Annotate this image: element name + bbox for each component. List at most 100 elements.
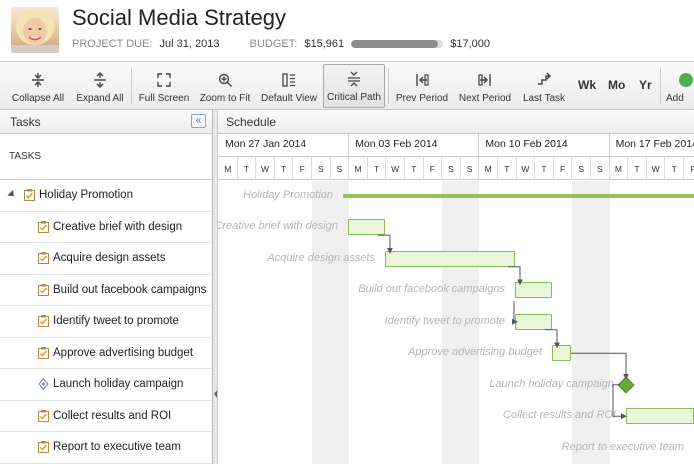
week-header: Mon 10 Feb 2014 (479, 134, 610, 157)
add-icon (679, 73, 693, 87)
day-header: S (312, 157, 331, 180)
zoom-to-fit-button[interactable]: Zoom to Fit (197, 64, 253, 108)
task-row[interactable]: Collect results and ROI (0, 401, 212, 432)
day-header: T (628, 157, 647, 180)
task-name: Launch holiday campaign (53, 378, 184, 390)
default-view-icon (282, 73, 295, 87)
task-name: Holiday Promotion (39, 189, 133, 201)
day-header: W (386, 157, 405, 180)
tasks-pane: Tasks « TASKS Holiday Promotion Creative … (0, 110, 213, 464)
critical-path-icon (348, 71, 360, 87)
zoom-week-button[interactable]: Wk (578, 78, 596, 92)
collapse-pane-button[interactable]: « (191, 114, 206, 128)
task-name: Creative brief with design (53, 220, 183, 233)
last-task-icon (538, 72, 551, 85)
tasks-pane-header: Tasks « (0, 110, 212, 134)
next-period-label: Next Period (458, 93, 512, 104)
task-row[interactable]: Identify tweet to promote (0, 306, 212, 338)
task-row[interactable]: Creative brief with design (0, 212, 212, 243)
add-label: Add (666, 93, 684, 104)
expand-toggle-icon[interactable] (7, 189, 17, 200)
week-header: Mon 27 Jan 2014 (219, 134, 350, 157)
day-header: T (405, 157, 424, 180)
zoom-year-button[interactable]: Yr (639, 78, 652, 92)
budget-total: $17,000 (450, 38, 491, 50)
prev-period-icon (416, 74, 429, 86)
task-checklist-icon (38, 252, 49, 264)
task-checklist-icon (38, 441, 49, 453)
day-header-row: MTWTFSSMTWTFSSMTWTFSSMTWTF (218, 157, 694, 180)
next-period-icon (478, 74, 491, 86)
collapse-all-label: Collapse All (11, 93, 65, 104)
collapse-all-icon (32, 73, 44, 87)
dependency-arrow (512, 301, 518, 325)
day-header: F (424, 157, 443, 180)
task-row-summary[interactable]: Holiday Promotion (0, 180, 212, 212)
task-checklist-icon (38, 315, 49, 327)
day-header: M (610, 157, 629, 180)
collapse-all-button[interactable]: Collapse All (10, 64, 66, 108)
task-name: Build out facebook campaigns (53, 283, 207, 296)
dependency-arrow (508, 266, 523, 286)
task-row[interactable]: Build out facebook campaigns (0, 275, 212, 306)
expand-all-button[interactable]: Expand All (72, 64, 128, 108)
critical-path-button[interactable]: Critical Path (323, 64, 385, 108)
dependency-arrow (612, 384, 627, 420)
task-name: Identify tweet to promote (53, 315, 179, 327)
splitter-grip-icon (214, 390, 217, 398)
task-row[interactable]: Approve advertising budget (0, 338, 212, 369)
project-header: Social Media Strategy PROJECT DUE: Jul 3… (0, 0, 694, 62)
project-meta: PROJECT DUE: Jul 31, 2013 BUDGET: $15,96… (72, 38, 490, 50)
dependency-arrow (378, 234, 393, 254)
day-header: S (442, 157, 461, 180)
gantt-chart-area: Holiday Promotion Creative brief with des… (218, 181, 694, 464)
task-name: Approve advertising budget (53, 346, 194, 359)
full-screen-button[interactable]: Full Screen (137, 64, 191, 108)
toolbar-divider (131, 68, 132, 104)
add-button[interactable]: Add (666, 64, 694, 108)
week-header: Mon 03 Feb 2014 (349, 134, 480, 157)
budget-label: BUDGET: (249, 38, 298, 50)
task-row[interactable]: Launch holiday campaign (0, 369, 212, 401)
day-header: F (684, 157, 694, 180)
task-name: Acquire design assets (53, 252, 166, 264)
schedule-pane: Schedule Mon 27 Jan 2014 Mon 03 Feb 2014 M… (218, 110, 694, 464)
day-header: T (368, 157, 387, 180)
default-view-button[interactable]: Default View (258, 64, 320, 108)
expand-all-icon (94, 72, 106, 88)
day-header: T (498, 157, 517, 180)
avatar[interactable] (11, 7, 59, 53)
budget-spent: $15,961 (304, 38, 345, 50)
project-due-value: Jul 31, 2013 (159, 38, 220, 50)
day-header: M (349, 157, 368, 180)
task-checklist-icon (38, 283, 49, 296)
day-header: T (238, 157, 257, 180)
prev-period-button[interactable]: Prev Period (394, 64, 450, 108)
day-header: T (665, 157, 684, 180)
task-row[interactable]: Acquire design assets (0, 243, 212, 275)
next-period-button[interactable]: Next Period (457, 64, 513, 108)
dependency-arrows (378, 234, 629, 420)
prev-period-label: Prev Period (395, 93, 449, 104)
tasks-pane-title: Tasks (10, 115, 41, 129)
day-header: M (219, 157, 238, 180)
day-header: S (572, 157, 591, 180)
day-header: T (275, 157, 294, 180)
zoom-month-button[interactable]: Mo (608, 78, 625, 92)
task-checklist-icon (38, 346, 49, 359)
day-header: F (554, 157, 573, 180)
day-header: M (479, 157, 498, 180)
last-task-button[interactable]: Last Task (518, 64, 570, 108)
expand-all-label: Expand All (76, 93, 124, 104)
week-header: Mon 17 Feb 2014 (610, 134, 694, 157)
tasks-column-header[interactable]: TASKS (0, 134, 212, 180)
critical-path-label: Critical Path (327, 92, 381, 103)
toolbar: Collapse All Expand All Full Screen Zoom… (0, 62, 694, 110)
day-header: S (461, 157, 480, 180)
task-row[interactable]: Report to executive team (0, 432, 212, 464)
budget-progress-bar (351, 40, 444, 49)
task-checklist-icon (38, 409, 49, 422)
day-header: W (256, 157, 275, 180)
day-header: S (591, 157, 610, 180)
page-title: Social Media Strategy (72, 5, 286, 30)
